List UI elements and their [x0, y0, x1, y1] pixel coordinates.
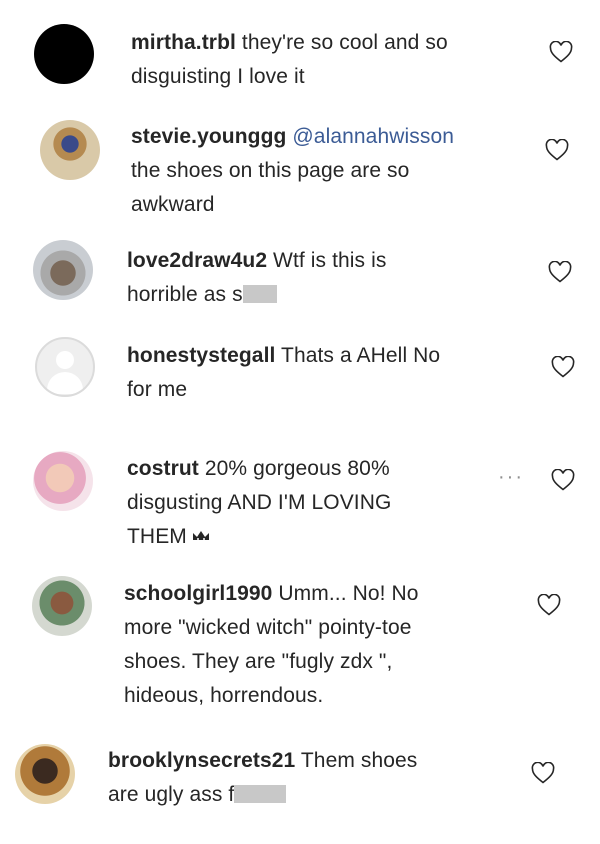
comment-text: costrut 20% gorgeous 80% disgusting AND …: [127, 452, 391, 554]
comment-username[interactable]: love2draw4u2: [127, 249, 267, 272]
default-avatar-head-icon: [56, 351, 74, 369]
comment-text: mirtha.trbl they're so cool and so disgu…: [131, 26, 448, 94]
comment-text: love2draw4u2 Wtf is this is horrible as …: [127, 244, 386, 312]
avatar[interactable]: [34, 24, 94, 84]
censored-text: [234, 785, 287, 803]
comment-text: schoolgirl1990 Umm... No! No more "wicke…: [124, 577, 419, 713]
avatar[interactable]: [40, 120, 100, 180]
comment-body-line: disgusting AND I'M LOVING: [127, 491, 392, 514]
comments-list: mirtha.trbl they're so cool and so disgu…: [0, 0, 600, 844]
heart-icon[interactable]: [549, 41, 573, 63]
comment-body-line: shoes. They are "fugly zdx ",: [124, 650, 393, 673]
heart-icon[interactable]: [545, 139, 569, 161]
heart-icon[interactable]: [548, 261, 572, 283]
more-options-icon[interactable]: ···: [498, 466, 524, 489]
comment-body: 20% gorgeous 80%: [204, 457, 390, 480]
comment-body: Them shoes: [300, 749, 418, 772]
comment-body-line: hideous, horrendous.: [124, 684, 324, 707]
comment-username[interactable]: honestystegall: [127, 344, 275, 367]
comment-body-line: more "wicked witch" pointy-toe: [124, 616, 412, 639]
avatar[interactable]: [33, 240, 93, 300]
comment-body-line: awkward: [131, 193, 215, 216]
comment-body-line: horrible as s: [127, 283, 243, 306]
default-avatar-body-icon: [47, 372, 83, 394]
avatar[interactable]: [35, 337, 95, 397]
comment-text: honestystegall Thats a AHell No for me: [127, 339, 440, 407]
comment-text: brooklynsecrets21 Them shoes are ugly as…: [108, 744, 417, 812]
comment-body: they're so cool and so: [241, 31, 448, 54]
heart-icon[interactable]: [537, 594, 561, 616]
crown-icon: [192, 531, 209, 543]
censored-text: [242, 285, 277, 303]
avatar[interactable]: [33, 451, 93, 511]
comment-body: Umm... No! No: [278, 582, 419, 605]
comment-body: Wtf is this is: [273, 249, 387, 272]
comment-body: Thats a AHell No: [281, 344, 441, 367]
avatar[interactable]: [32, 576, 92, 636]
comment-body-line: are ugly ass f: [108, 783, 235, 806]
heart-icon[interactable]: [531, 762, 555, 784]
comment-body-line: for me: [127, 378, 188, 401]
heart-icon[interactable]: [551, 356, 575, 378]
avatar[interactable]: [15, 744, 75, 804]
comment-username[interactable]: brooklynsecrets21: [108, 749, 295, 772]
comment-body-line: the shoes on this page are so: [131, 159, 410, 182]
comment-username[interactable]: schoolgirl1990: [124, 582, 272, 605]
comment-body-line: THEM: [127, 525, 187, 548]
heart-icon[interactable]: [551, 469, 575, 491]
mention-link[interactable]: @alannahwisson: [292, 125, 454, 148]
comment-body-line: disguisting I love it: [131, 65, 305, 88]
comment-username[interactable]: mirtha.trbl: [131, 31, 236, 54]
comment-username[interactable]: costrut: [127, 457, 199, 480]
comment-text: stevie.younggg @alannahwisson the shoes …: [131, 120, 454, 222]
comment-username[interactable]: stevie.younggg: [131, 125, 286, 148]
